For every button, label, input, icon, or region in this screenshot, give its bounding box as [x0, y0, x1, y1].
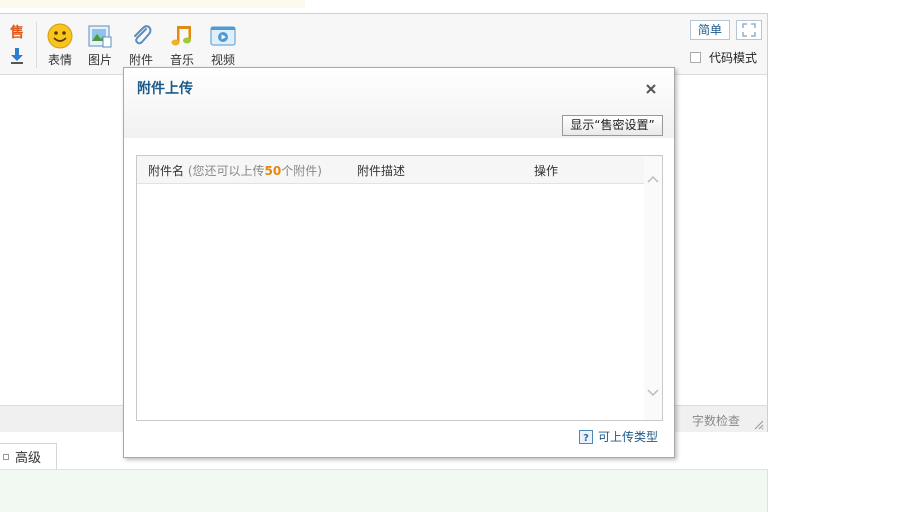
music-button[interactable]: 音乐 [164, 22, 200, 68]
smiley-icon [47, 23, 73, 49]
column-attachment-description: 附件描述 [357, 164, 406, 178]
column-attachment-name: 附件名 (您还可以上传50个附件) [148, 162, 322, 179]
music-label: 音乐 [169, 53, 194, 67]
top-notice-strip [0, 0, 305, 8]
scroll-up-icon[interactable] [647, 175, 659, 183]
video-icon [210, 26, 236, 46]
dialog-title: 附件上传 [137, 81, 193, 97]
image-icon [88, 25, 112, 48]
paperclip-icon [134, 25, 152, 45]
attachment-label: 附件 [128, 53, 153, 67]
code-mode-checkbox[interactable] [690, 52, 701, 63]
simple-mode-button[interactable]: 简单 [690, 20, 730, 40]
attachment-table-header: 附件名 (您还可以上传50个附件) 附件描述 操作 [137, 156, 662, 184]
column-attachment-name-label: 附件名 [148, 164, 185, 178]
sale-button[interactable]: 售 [6, 22, 28, 42]
close-icon [646, 84, 656, 94]
image-button[interactable]: 图片 [82, 22, 118, 68]
close-button[interactable] [643, 81, 659, 97]
code-mode-label: 代码模式 [709, 51, 758, 65]
tab-advanced-label: 高级 [15, 451, 42, 466]
upload-types-link[interactable]: ? 可上传类型 [579, 428, 658, 445]
svg-text:?: ? [583, 433, 589, 444]
scroll-down-icon[interactable] [647, 389, 659, 397]
fullscreen-button[interactable] [736, 20, 762, 40]
advanced-panel [0, 469, 768, 512]
music-icon [171, 26, 191, 46]
toolbar-left-column: 售 [6, 22, 28, 70]
expand-square-icon [3, 453, 9, 460]
editor-toolbar: 售 表情 图片 附件 音乐 视频 简单 代码模式 [0, 14, 767, 75]
emoticon-label: 表情 [47, 53, 72, 67]
sale-icon: 售 [10, 25, 24, 41]
word-count-check-link[interactable]: 字数检查 [692, 412, 740, 429]
resize-grip-icon[interactable] [752, 418, 764, 430]
toolbar-separator [36, 22, 37, 68]
show-sale-settings-button[interactable]: 显示“售密设置” [562, 115, 663, 136]
remaining-count: 50 [264, 164, 282, 178]
download-button[interactable] [6, 46, 28, 66]
remaining-hint-suffix: 个附件) [281, 164, 322, 178]
remaining-hint-prefix: (您还可以上传 [187, 164, 265, 178]
upload-types-label: 可上传类型 [598, 430, 659, 444]
help-icon: ? [579, 429, 593, 444]
attachment-table: 附件名 (您还可以上传50个附件) 附件描述 操作 [136, 155, 663, 421]
code-mode-toggle[interactable]: 代码模式 [690, 49, 757, 66]
attachment-upload-dialog: 附件上传 显示“售密设置” 附件名 (您还可以上传50个附件) 附件描述 操作 [123, 67, 675, 458]
emoticon-button[interactable]: 表情 [42, 22, 78, 68]
video-label: 视频 [210, 53, 235, 67]
download-icon [11, 48, 23, 64]
fullscreen-icon [742, 23, 756, 37]
tab-advanced[interactable]: 高级 [0, 443, 57, 469]
column-action: 操作 [534, 164, 559, 178]
image-label: 图片 [87, 53, 112, 67]
attachment-list-scrollbar[interactable] [644, 157, 662, 420]
video-button[interactable]: 视频 [205, 22, 241, 68]
attachment-button[interactable]: 附件 [123, 22, 159, 68]
